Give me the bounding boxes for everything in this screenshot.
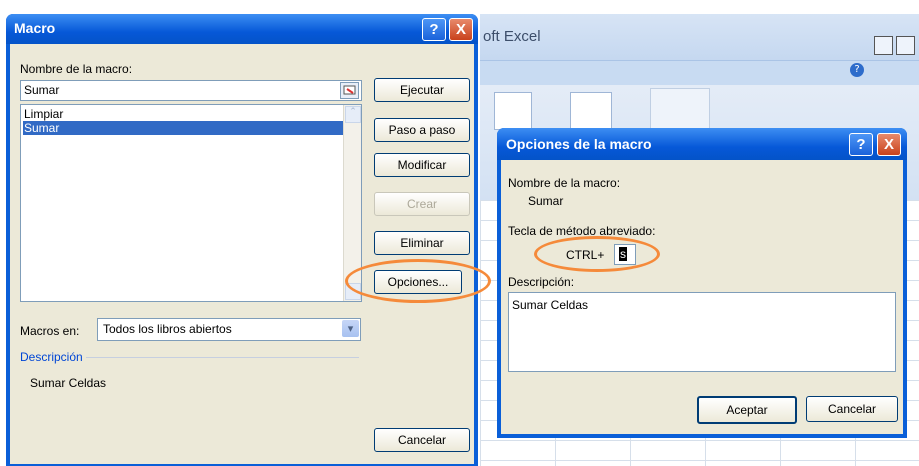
macro-dialog-titlebar <box>6 14 478 44</box>
macro-name-label: Nombre de la macro: <box>20 62 133 76</box>
cancel-button[interactable]: Cancelar <box>374 428 470 452</box>
description-label: Descripción <box>20 350 83 364</box>
macro-dialog-title: Macro <box>14 20 56 36</box>
excel-minimize-button[interactable] <box>874 36 893 55</box>
ribbon-layout-icon[interactable] <box>494 92 532 130</box>
excel-restore-button[interactable] <box>896 36 915 55</box>
delete-button[interactable]: Eliminar <box>374 231 470 255</box>
options-description-value: Sumar Celdas <box>512 298 589 312</box>
create-button[interactable]: Crear <box>374 192 470 216</box>
options-description-field[interactable]: Sumar Celdas <box>508 292 896 372</box>
description-divider <box>86 357 359 358</box>
description-text: Sumar Celdas <box>30 376 107 390</box>
macro-list[interactable]: Limpiar Sumar ⌃ ⌄ <box>20 104 362 302</box>
background-desktop <box>0 0 919 14</box>
options-description-label: Descripción: <box>508 275 575 289</box>
ribbon-window-icon[interactable] <box>570 92 612 130</box>
scroll-up-icon[interactable]: ⌃ <box>345 106 361 123</box>
options-name-label: Nombre de la macro: <box>508 176 621 190</box>
options-dialog-title: Opciones de la macro <box>506 136 652 152</box>
run-button[interactable]: Ejecutar <box>374 78 470 102</box>
excel-title-bar <box>480 14 919 60</box>
macros-in-select[interactable]: Todos los libros abiertos ▾ <box>97 318 361 341</box>
collapse-dialog-icon[interactable] <box>340 82 359 99</box>
macro-help-button[interactable]: ? <box>422 18 446 41</box>
list-item-selected[interactable]: Sumar <box>23 121 343 135</box>
accept-button[interactable]: Aceptar <box>697 396 797 424</box>
macro-name-field[interactable]: Sumar <box>20 80 362 101</box>
annotation-ring-options <box>345 259 491 303</box>
excel-title-text: oft Excel <box>483 28 541 45</box>
macro-name-value: Sumar <box>24 83 60 97</box>
options-name-value: Sumar <box>528 194 564 208</box>
macros-in-label: Macros en: <box>20 324 80 338</box>
options-help-button[interactable]: ? <box>849 133 873 156</box>
step-into-button[interactable]: Paso a paso <box>374 118 470 142</box>
list-item[interactable]: Limpiar <box>23 107 343 121</box>
annotation-ring-shortcut <box>534 236 660 272</box>
options-close-button[interactable]: X <box>877 133 901 156</box>
chevron-down-icon[interactable]: ▾ <box>342 320 359 337</box>
macro-close-button[interactable]: X <box>449 18 473 41</box>
options-cancel-button[interactable]: Cancelar <box>806 396 898 422</box>
excel-help-icon[interactable]: ? <box>850 63 864 77</box>
macros-in-value: Todos los libros abiertos <box>103 322 232 336</box>
edit-button[interactable]: Modificar <box>374 153 470 177</box>
